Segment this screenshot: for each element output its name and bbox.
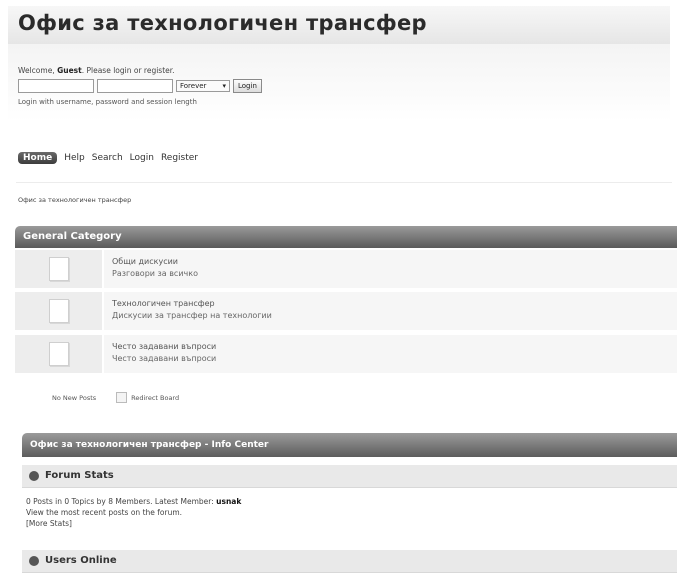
users-online-header: Users Online	[22, 550, 677, 573]
board-status-cell	[15, 250, 102, 288]
recent-posts-link[interactable]: View the most recent posts on the forum.	[26, 507, 241, 518]
category-title: General Category	[23, 231, 122, 242]
site-title: Офис за технологичен трансфер	[18, 11, 427, 35]
login-hint: Login with username, password and sessio…	[18, 98, 197, 106]
chevron-down-icon: ▾	[222, 82, 226, 90]
password-input[interactable]	[97, 79, 173, 93]
board-status-cell	[15, 335, 102, 373]
latest-member-link[interactable]: usnak	[216, 497, 241, 506]
session-length-select[interactable]: Forever ▾	[176, 80, 230, 92]
login-form: Forever ▾ Login	[18, 79, 262, 93]
breadcrumb[interactable]: Офис за технологичен трансфер	[18, 196, 131, 204]
no-new-posts-icon	[49, 257, 69, 281]
board-row: Технологичен трансфер Дискусии за трансф…	[15, 292, 677, 330]
stats-summary: 0 Posts in 0 Topics by 8 Members. Latest…	[26, 497, 217, 506]
guest-label: Guest	[57, 66, 82, 75]
legend-redirect-label: Redirect Board	[131, 393, 180, 402]
menu-search[interactable]: Search	[92, 153, 123, 163]
no-new-posts-icon	[49, 342, 69, 366]
users-online-icon	[29, 556, 39, 566]
forum-stats-header: Forum Stats	[22, 465, 677, 488]
username-input[interactable]	[18, 79, 94, 93]
board-name[interactable]: Общи дискусии	[112, 257, 178, 266]
redirect-board-icon	[116, 392, 128, 403]
login-button[interactable]: Login	[233, 79, 262, 93]
board-status-cell	[15, 292, 102, 330]
board-info: Общи дискусии Разговори за всичко	[104, 250, 677, 288]
info-center-title: Офис за технологичен трансфер - Info Cen…	[30, 440, 269, 450]
board-name[interactable]: Често задавани въпроси	[112, 342, 216, 351]
forum-stats-text: 0 Posts in 0 Topics by 8 Members. Latest…	[26, 496, 241, 529]
board-row: Общи дискусии Разговори за всичко	[15, 250, 677, 288]
menu-home[interactable]: Home	[18, 152, 58, 164]
session-length-value: Forever	[180, 82, 207, 90]
board-legend: No New Posts Redirect Board	[48, 392, 179, 403]
site-header: Офис за технологичен трансфер	[8, 6, 670, 44]
no-new-posts-icon	[49, 299, 69, 323]
board-name[interactable]: Технологичен трансфер	[112, 299, 215, 308]
legend-redirect: Redirect Board	[116, 392, 179, 403]
board-description: Разговори за всичко	[112, 269, 198, 278]
forum-stats-title[interactable]: Forum Stats	[45, 465, 114, 487]
board-info: Често задавани въпроси Често задавани въ…	[104, 335, 677, 373]
user-login-panel: Welcome, Guest. Please login or register…	[8, 44, 670, 122]
menu-help[interactable]: Help	[64, 153, 85, 163]
welcome-prefix: Welcome,	[18, 66, 58, 75]
info-center-header[interactable]: Офис за технологичен трансфер - Info Cen…	[22, 433, 677, 457]
board-row: Често задавани въпроси Често задавани въ…	[15, 335, 677, 373]
legend-no-new: No New Posts	[48, 394, 96, 402]
users-online-title: Users Online	[45, 555, 117, 566]
main-menu: Home Help Search Login Register	[18, 152, 198, 164]
board-description: Често задавани въпроси	[112, 354, 217, 363]
stats-line-1: 0 Posts in 0 Topics by 8 Members. Latest…	[26, 496, 241, 507]
menu-divider	[16, 182, 672, 183]
menu-login[interactable]: Login	[130, 153, 154, 163]
stats-icon	[29, 471, 39, 481]
welcome-suffix: . Please login or register.	[81, 66, 175, 75]
board-description: Дискусии за трансфер на технологии	[112, 311, 272, 320]
more-stats-link[interactable]: [More Stats]	[26, 518, 241, 529]
category-header[interactable]: General Category	[15, 226, 677, 248]
board-info: Технологичен трансфер Дискусии за трансф…	[104, 292, 677, 330]
welcome-text: Welcome, Guest. Please login or register…	[18, 66, 175, 75]
legend-no-new-label: No New Posts	[52, 393, 97, 402]
menu-register[interactable]: Register	[161, 153, 198, 163]
